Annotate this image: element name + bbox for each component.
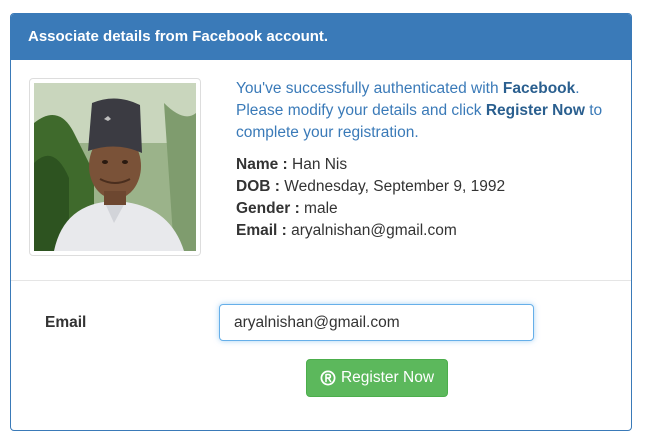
intro-message: You've successfully authenticated with F… — [236, 78, 616, 144]
name-value: Han Nis — [292, 156, 348, 173]
intro-text-3: Please modify your details and click — [236, 102, 486, 119]
facebook-details-panel: Associate details from Facebook account.… — [10, 13, 632, 431]
detail-row-dob: DOB : Wednesday, September 9, 1992 — [236, 176, 616, 198]
dob-label: DOB : — [236, 178, 280, 195]
section-divider — [11, 280, 631, 281]
detail-row-gender: Gender : male — [236, 198, 616, 220]
gender-value: male — [304, 200, 338, 217]
email-field[interactable] — [219, 304, 534, 341]
dob-value: Wednesday, September 9, 1992 — [284, 178, 506, 195]
panel-heading: Associate details from Facebook account. — [11, 14, 631, 60]
intro-action: Register Now — [485, 102, 585, 119]
user-details: Name : Han Nis DOB : Wednesday, Septembe… — [236, 154, 616, 242]
profile-photo — [29, 78, 201, 256]
name-label: Name : — [236, 156, 288, 173]
email-detail-value: aryalnishan@gmail.com — [291, 222, 457, 239]
intro-text-1: You've successfully authenticated with — [236, 80, 503, 97]
detail-row-name: Name : Han Nis — [236, 154, 616, 176]
register-now-button[interactable]: Register Now — [306, 359, 448, 397]
email-detail-label: Email : — [236, 222, 287, 239]
registered-icon — [320, 370, 336, 386]
profile-photo-image — [34, 83, 196, 251]
gender-label: Gender : — [236, 200, 300, 217]
intro-provider: Facebook — [502, 80, 576, 97]
intro-text-2: . — [575, 80, 580, 97]
register-now-label: Register Now — [340, 369, 435, 386]
detail-row-email: Email : aryalnishan@gmail.com — [236, 220, 616, 242]
email-field-label: Email — [45, 314, 87, 331]
